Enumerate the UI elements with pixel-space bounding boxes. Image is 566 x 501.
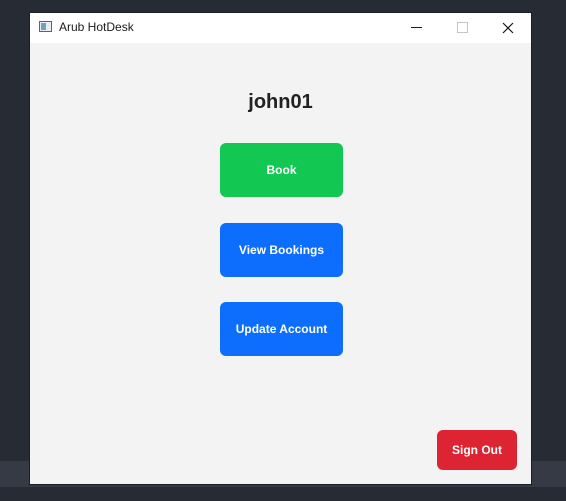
sign-out-button[interactable]: Sign Out [437,430,517,470]
maximize-button[interactable] [439,13,485,43]
view-bookings-button[interactable]: View Bookings [220,223,343,277]
app-window-icon [39,21,52,32]
title-bar[interactable]: Arub HotDesk [30,13,531,43]
minimize-button[interactable] [394,13,440,43]
update-account-button[interactable]: Update Account [220,302,343,356]
app-window: Arub HotDesk john01 Book View Bookings U… [30,13,531,484]
close-icon [502,22,514,34]
username-heading: john01 [248,91,313,113]
window-title: Arub HotDesk [59,20,134,34]
book-button[interactable]: Book [220,143,343,197]
desktop-background: Arub HotDesk john01 Book View Bookings U… [0,0,566,501]
close-button[interactable] [485,13,531,43]
